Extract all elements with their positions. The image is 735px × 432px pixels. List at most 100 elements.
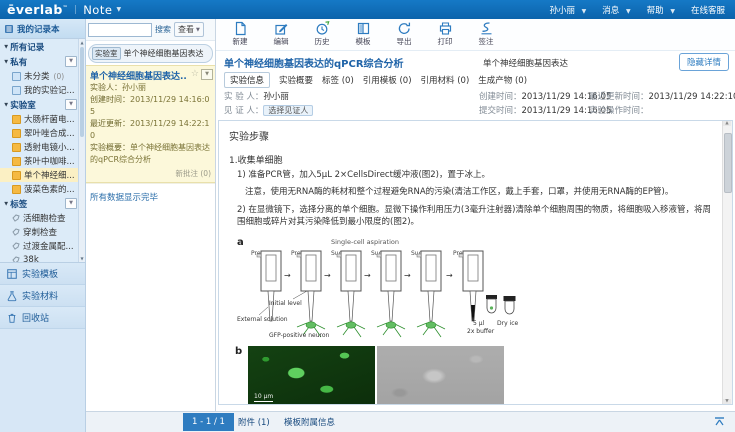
notebook-icon (12, 185, 21, 194)
scroll-up-icon[interactable]: ▲ (723, 121, 731, 126)
sidebar-section-all-records[interactable]: ▼ 所有记录 (0, 39, 79, 54)
sidebar-section-tags[interactable]: ▼ 标签 ▼ (0, 196, 79, 211)
card-updated: 最近更新：2013/11/29 14:22:10 (90, 118, 211, 142)
sign-button[interactable]: 签注 (472, 21, 500, 50)
section-label: 所有记录 (10, 41, 44, 53)
hide-details-button[interactable]: 隐藏详情 (679, 53, 729, 71)
export-button[interactable]: 导出 (390, 21, 418, 50)
dic-image-1 (377, 346, 504, 406)
item-label: 过渡金属配... (23, 240, 74, 252)
tab-tags[interactable]: 标签 (0) (322, 74, 354, 86)
sidebar-item-recycle-bin[interactable]: 回收站 (0, 307, 85, 329)
item-count: (0) (54, 72, 65, 81)
print-button[interactable]: 打印 (431, 21, 459, 50)
choose-witness-button[interactable]: 选择见证人 (263, 105, 313, 116)
notebook-icon (12, 171, 21, 180)
my-notebooks-header[interactable]: 我的记录本 (0, 19, 85, 39)
item-label: 翠叶唑合成... (24, 127, 75, 139)
experiment-title: 单个神经细胞基因表达的qPCR综合分析 (224, 55, 404, 70)
svg-text:→: → (324, 271, 331, 280)
star-icon[interactable]: ☆ (191, 69, 199, 79)
scrollbar-thumb[interactable] (724, 133, 732, 193)
section-menu-button[interactable]: ▼ (65, 198, 77, 209)
sidebar-item-templates[interactable]: 实验模板 (0, 263, 85, 285)
tag-icon (12, 228, 20, 236)
sidebar-item-caffeine[interactable]: 茶叶中咖啡... (2) (0, 154, 79, 168)
online-support-link[interactable]: 在线客服 (691, 4, 725, 16)
sidebar-item-materials[interactable]: 实验材料 (0, 285, 85, 307)
button-label: 历史 (315, 36, 330, 47)
section-menu-button[interactable]: ▼ (65, 99, 77, 110)
item-label: 菠菜色素的... (24, 183, 75, 195)
messages-menu[interactable]: 消息 ▼ (602, 4, 630, 16)
experiment-card-selected[interactable]: 单个神经细胞基因表达... ☆ ▼ 实验人：孙小丽 创建时间：2013/11/2… (86, 65, 215, 183)
breadcrumb-title: 单个神经细胞基因表达 (124, 48, 204, 59)
breadcrumb: 实验室 单个神经细胞基因表达 (88, 44, 213, 63)
search-button[interactable]: 搜索 (155, 24, 171, 35)
item-label: 回收站 (22, 311, 49, 324)
content-scrollbar[interactable]: ▲ ▼ (722, 121, 732, 404)
scrollbar-thumb[interactable] (80, 47, 84, 137)
card-owner: 实验人：孙小丽 (90, 82, 211, 94)
sidebar-item-uncategorized[interactable]: 未分类 (0) (0, 69, 79, 83)
item-label: 透射电镜小... (24, 141, 75, 153)
attachments-tab[interactable]: 附件 (1) (238, 412, 270, 432)
button-label: 新建 (233, 36, 248, 47)
item-label: 大肠杆菌电... (24, 113, 75, 125)
svg-text:2x buffer: 2x buffer (467, 328, 495, 335)
sidebar-item-single-neuron-selected[interactable]: 单个神经细... (1) (0, 168, 79, 182)
sidebar-scrollbar[interactable]: ▲ ▼ (78, 39, 85, 262)
edit-button[interactable]: 编辑 (267, 21, 295, 50)
scroll-down-icon[interactable]: ▼ (723, 399, 731, 404)
collapse-panel-icon[interactable] (714, 416, 725, 427)
sidebar-tag-puncture[interactable]: 穿刺检查 (0, 225, 79, 239)
step-group: 1.收集单细胞 (229, 153, 714, 166)
top-bar: ēverlab™ | Note ▼ 孙小丽 ▼ 消息 ▼ 帮助 ▼ 在线客服 (0, 0, 735, 19)
sidebar-tag-38k[interactable]: 38k (0, 253, 79, 262)
sidebar-item-ecoli[interactable]: 大肠杆菌电... (5) (0, 112, 79, 126)
card-annotations-count[interactable]: 新批注 (0) (90, 168, 211, 179)
tab-referenced-materials[interactable]: 引用材料 (0) (421, 74, 470, 86)
sidebar-item-my-experiments[interactable]: 我的实验记... (1) (0, 83, 79, 97)
section-label: 实验室 (10, 99, 36, 111)
tab-referenced-templates[interactable]: 引用模板 (0) (363, 74, 412, 86)
tag-icon (12, 242, 20, 250)
item-label: 38k (23, 255, 39, 262)
template-info-tab[interactable]: 模板附属信息 (284, 412, 335, 432)
tab-experiment-info[interactable]: 实验信息 (224, 72, 270, 88)
sidebar-tag-transition-metal[interactable]: 过渡金属配... (0, 239, 79, 253)
card-summary: 实验概要：单个神经细胞基因表达的qPCR综合分析 (90, 142, 211, 166)
section-menu-button[interactable]: ▼ (65, 56, 77, 67)
svg-text:GFP-positive neuron: GFP-positive neuron (269, 332, 329, 339)
experiment-card-title[interactable]: 单个神经细胞基因表达... (90, 69, 186, 82)
view-dropdown-button[interactable]: 查看▼ (174, 22, 204, 37)
svg-text:→: → (364, 271, 371, 280)
help-menu[interactable]: 帮助 ▼ (647, 4, 675, 16)
tab-experiment-summary[interactable]: 实验概要 (279, 74, 313, 86)
button-label: 编辑 (274, 36, 289, 47)
history-clock-icon (315, 21, 330, 36)
chevron-down-icon: ▼ (4, 44, 8, 49)
sidebar-item-tem[interactable]: 透射电镜小... (0) (0, 140, 79, 154)
chevron-down-icon[interactable]: ▼ (116, 6, 121, 13)
pagination[interactable]: 1 - 1 / 1 (183, 413, 234, 431)
card-menu-button[interactable]: ▼ (201, 69, 213, 80)
list-end-note: 所有数据显示完毕 (86, 183, 215, 210)
sidebar-item-synthesis[interactable]: 翠叶唑合成... (7) (0, 126, 79, 140)
scroll-up-icon[interactable]: ▲ (79, 40, 85, 45)
sidebar-section-private[interactable]: ▼ 私有 ▼ (0, 54, 79, 69)
sidebar-item-spinach-pigment[interactable]: 菠菜色素的... (1) (0, 182, 79, 196)
user-menu[interactable]: 孙小丽 ▼ (549, 4, 586, 16)
item-label: 实验模板 (22, 267, 58, 280)
tab-products[interactable]: 生成产物 (0) (478, 74, 527, 86)
search-input[interactable] (88, 23, 152, 37)
chevron-down-icon: ▼ (582, 8, 587, 15)
experiment-content: 实验步骤 1.收集单细胞 1) 准备PCR管，加入5μL 2×CellsDire… (218, 120, 733, 405)
svg-text:Dry ice: Dry ice (497, 320, 519, 327)
history-button[interactable]: 历史 (308, 21, 336, 50)
template-button[interactable]: 模板 (349, 21, 377, 50)
scroll-down-icon[interactable]: ▼ (79, 256, 85, 261)
sidebar-tag-live-cell[interactable]: 活细胞检查 (0, 211, 79, 225)
new-button[interactable]: 新建 (226, 21, 254, 50)
sidebar-section-lab[interactable]: ▼ 实验室 ▼ (0, 97, 79, 112)
